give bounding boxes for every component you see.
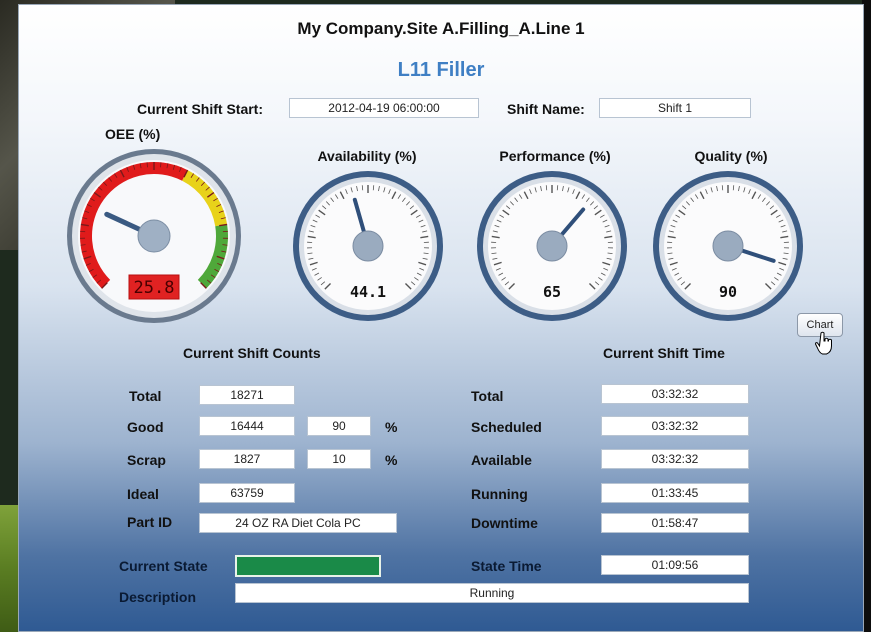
availability-value: 44.1	[350, 283, 386, 301]
machine-name: L11 Filler	[397, 59, 485, 81]
downtime-field[interactable]: 01:58:47	[601, 513, 749, 533]
filler-dashboard-panel: My Company.Site A.Filling_A.Line 1 L11 F…	[18, 4, 864, 632]
performance-gauge: 65	[477, 171, 627, 321]
quality-gauge: 90	[653, 171, 803, 321]
current-state-label: Current State	[119, 558, 208, 574]
oee-gauge: 25.8	[67, 149, 241, 323]
quality-gauge-title: Quality (%)	[694, 148, 768, 164]
availability-gauge: 44.1	[293, 171, 443, 321]
scrap-percent-field[interactable]: 10	[307, 449, 371, 469]
good-percent-field[interactable]: 90	[307, 416, 371, 436]
quality-value: 90	[719, 283, 737, 301]
available-field[interactable]: 03:32:32	[601, 449, 749, 469]
total-count-field[interactable]: 18271	[199, 385, 295, 405]
state-time-label: State Time	[471, 558, 542, 574]
counts-heading: Current Shift Counts	[183, 345, 321, 361]
part-id-label: Part ID	[127, 514, 173, 530]
performance-value: 65	[543, 283, 561, 301]
hand-cursor-icon	[815, 331, 832, 355]
availability-gauge-title: Availability (%)	[317, 148, 417, 164]
performance-gauge-title: Performance (%)	[499, 148, 611, 164]
state-time-field[interactable]: 01:09:56	[601, 555, 749, 575]
scheduled-field[interactable]: 03:32:32	[601, 416, 749, 436]
page-title: My Company.Site A.Filling_A.Line 1	[297, 19, 585, 38]
shift-name-field[interactable]: Shift 1	[599, 98, 751, 118]
running-label: Running	[471, 486, 528, 502]
description-label: Description	[119, 589, 197, 605]
description-field[interactable]: Running	[235, 583, 749, 603]
downtime-label: Downtime	[471, 515, 538, 531]
good-percent-unit: %	[385, 419, 398, 435]
scheduled-label: Scheduled	[471, 419, 542, 435]
current-state-indicator	[235, 555, 381, 577]
total-count-label: Total	[129, 388, 162, 404]
scrap-count-label: Scrap	[127, 452, 166, 468]
available-label: Available	[471, 452, 532, 468]
shift-start-field[interactable]: 2012-04-19 06:00:00	[289, 98, 479, 118]
scrap-count-field[interactable]: 1827	[199, 449, 295, 469]
time-total-field[interactable]: 03:32:32	[601, 384, 749, 404]
good-count-label: Good	[127, 419, 164, 435]
ideal-count-label: Ideal	[127, 486, 159, 502]
shift-name-label: Shift Name:	[507, 101, 585, 117]
good-count-field[interactable]: 16444	[199, 416, 295, 436]
oee-gauge-title: OEE (%)	[105, 126, 161, 142]
ideal-count-field[interactable]: 63759	[199, 483, 295, 503]
oee-value: 25.8	[134, 278, 175, 298]
scrap-percent-unit: %	[385, 452, 398, 468]
oee-hub	[137, 219, 171, 253]
part-id-field[interactable]: 24 OZ RA Diet Cola PC	[199, 513, 397, 533]
quality-hub	[712, 230, 744, 262]
availability-hub	[352, 230, 384, 262]
shift-start-label: Current Shift Start:	[137, 101, 263, 117]
running-field[interactable]: 01:33:45	[601, 483, 749, 503]
time-heading: Current Shift Time	[603, 345, 725, 361]
time-total-label: Total	[471, 388, 504, 404]
performance-hub	[536, 230, 568, 262]
